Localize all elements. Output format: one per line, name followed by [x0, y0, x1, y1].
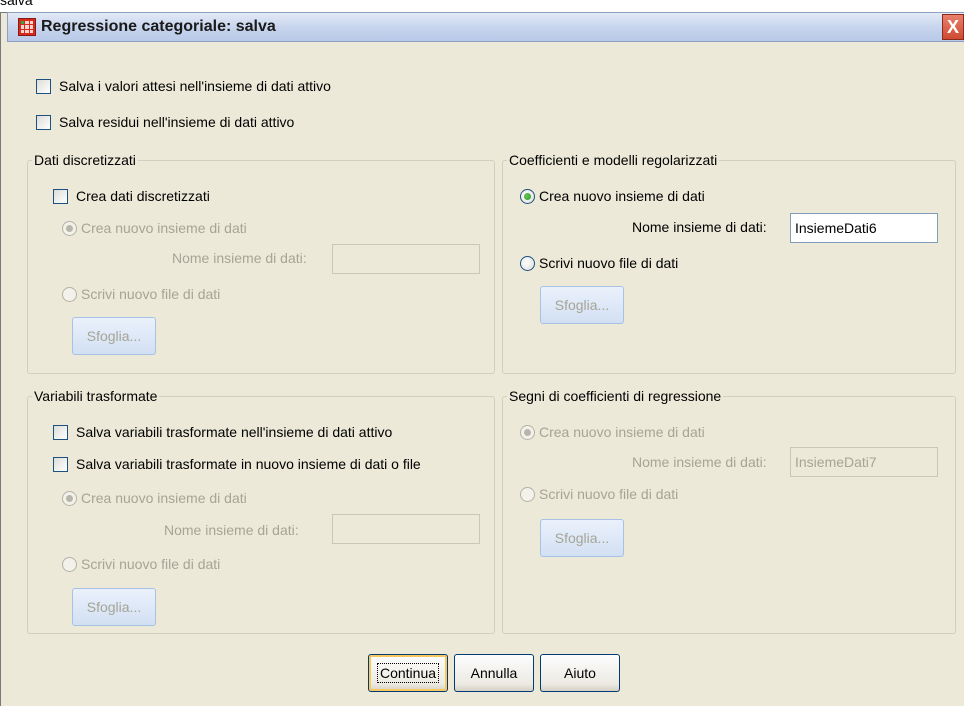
regularized-new-dataset-label: Crea nuovo insieme di dati — [539, 188, 705, 204]
title-bar: Regressione categoriale: salva X — [7, 12, 964, 42]
signs-new-dataset-label: Crea nuovo insieme di dati — [539, 424, 705, 440]
discretized-group-title: Dati discretizzati — [32, 152, 138, 168]
dialog-caption: salva — [0, 0, 33, 8]
transformed-group-title: Variabili trasformate — [32, 388, 160, 404]
regularized-dataset-name-field[interactable]: InsiemeDati6 — [790, 213, 938, 243]
checkbox-box[interactable] — [53, 456, 68, 472]
transformed-dataset-name-field[interactable] — [332, 514, 480, 544]
transformed-dataset-name-label: Nome insieme di dati: — [164, 522, 299, 538]
radio-circle[interactable] — [62, 556, 77, 572]
discretized-browse-button[interactable]: Sfoglia... — [72, 317, 156, 355]
transformed-save-active-checkbox[interactable]: Salva variabili trasformate nell'insieme… — [53, 424, 392, 440]
spss-grid-icon — [18, 18, 36, 36]
create-discretized-label: Crea dati discretizzati — [76, 188, 210, 204]
regularized-write-file-radio[interactable]: Scrivi nuovo file di dati — [520, 255, 678, 271]
radio-circle[interactable] — [62, 490, 77, 506]
transformed-write-file-label: Scrivi nuovo file di dati — [81, 556, 221, 572]
discretized-new-dataset-radio[interactable]: Crea nuovo insieme di dati — [62, 220, 247, 236]
transformed-save-new-checkbox[interactable]: Salva variabili trasformate in nuovo ins… — [53, 456, 421, 472]
checkbox-box[interactable] — [53, 424, 68, 440]
signs-write-file-radio[interactable]: Scrivi nuovo file di dati — [520, 486, 678, 502]
signs-browse-button[interactable]: Sfoglia... — [540, 519, 624, 557]
signs-group-title: Segni di coefficienti di regressione — [507, 388, 724, 404]
signs-dataset-name-label: Nome insieme di dati: — [632, 454, 767, 470]
save-residuals-label: Salva residui nell'insieme di dati attiv… — [59, 114, 295, 130]
signs-dataset-name-field[interactable]: InsiemeDati7 — [790, 447, 938, 477]
radio-circle[interactable] — [520, 188, 535, 204]
close-icon[interactable]: X — [942, 14, 964, 40]
radio-circle[interactable] — [520, 255, 535, 271]
radio-circle[interactable] — [520, 486, 535, 502]
regularized-new-dataset-radio[interactable]: Crea nuovo insieme di dati — [520, 188, 705, 204]
discretized-write-file-label: Scrivi nuovo file di dati — [81, 286, 221, 302]
checkbox-box[interactable] — [36, 78, 51, 94]
transformed-new-dataset-radio[interactable]: Crea nuovo insieme di dati — [62, 490, 247, 506]
radio-circle[interactable] — [520, 424, 535, 440]
help-button[interactable]: Aiuto — [540, 654, 620, 692]
transformed-browse-button[interactable]: Sfoglia... — [72, 588, 156, 626]
transformed-save-new-label: Salva variabili trasformate in nuovo ins… — [76, 456, 421, 472]
transformed-write-file-radio[interactable]: Scrivi nuovo file di dati — [62, 556, 220, 572]
signs-new-dataset-radio[interactable]: Crea nuovo insieme di dati — [520, 424, 705, 440]
continue-button[interactable]: Continua — [368, 654, 448, 692]
radio-circle[interactable] — [62, 286, 77, 302]
regularized-group-title: Coefficienti e modelli regolarizzati — [507, 152, 720, 168]
save-predicted-label: Salva i valori attesi nell'insieme di da… — [59, 78, 331, 94]
discretized-dataset-name-label: Nome insieme di dati: — [172, 250, 307, 266]
transformed-save-active-label: Salva variabili trasformate nell'insieme… — [76, 424, 393, 440]
regularized-write-file-label: Scrivi nuovo file di dati — [539, 255, 679, 271]
checkbox-box[interactable] — [36, 114, 51, 130]
discretized-write-file-radio[interactable]: Scrivi nuovo file di dati — [62, 286, 220, 302]
radio-circle[interactable] — [62, 220, 77, 236]
discretized-new-dataset-label: Crea nuovo insieme di dati — [81, 220, 247, 236]
checkbox-box[interactable] — [53, 188, 68, 204]
dialog-title: Regressione categoriale: salva — [41, 18, 276, 35]
discretized-dataset-name-field[interactable] — [332, 244, 480, 274]
save-residuals-checkbox[interactable]: Salva residui nell'insieme di dati attiv… — [36, 114, 294, 130]
regularized-dataset-name-label: Nome insieme di dati: — [632, 219, 767, 235]
regularized-browse-button[interactable]: Sfoglia... — [540, 286, 624, 324]
continue-button-label: Continua — [376, 663, 440, 683]
signs-write-file-label: Scrivi nuovo file di dati — [539, 486, 679, 502]
dialog-body: Salva i valori attesi nell'insieme di da… — [16, 44, 964, 706]
save-predicted-checkbox[interactable]: Salva i valori attesi nell'insieme di da… — [36, 78, 331, 94]
cancel-button[interactable]: Annulla — [454, 654, 534, 692]
transformed-new-dataset-label: Crea nuovo insieme di dati — [81, 490, 247, 506]
create-discretized-checkbox[interactable]: Crea dati discretizzati — [53, 188, 210, 204]
